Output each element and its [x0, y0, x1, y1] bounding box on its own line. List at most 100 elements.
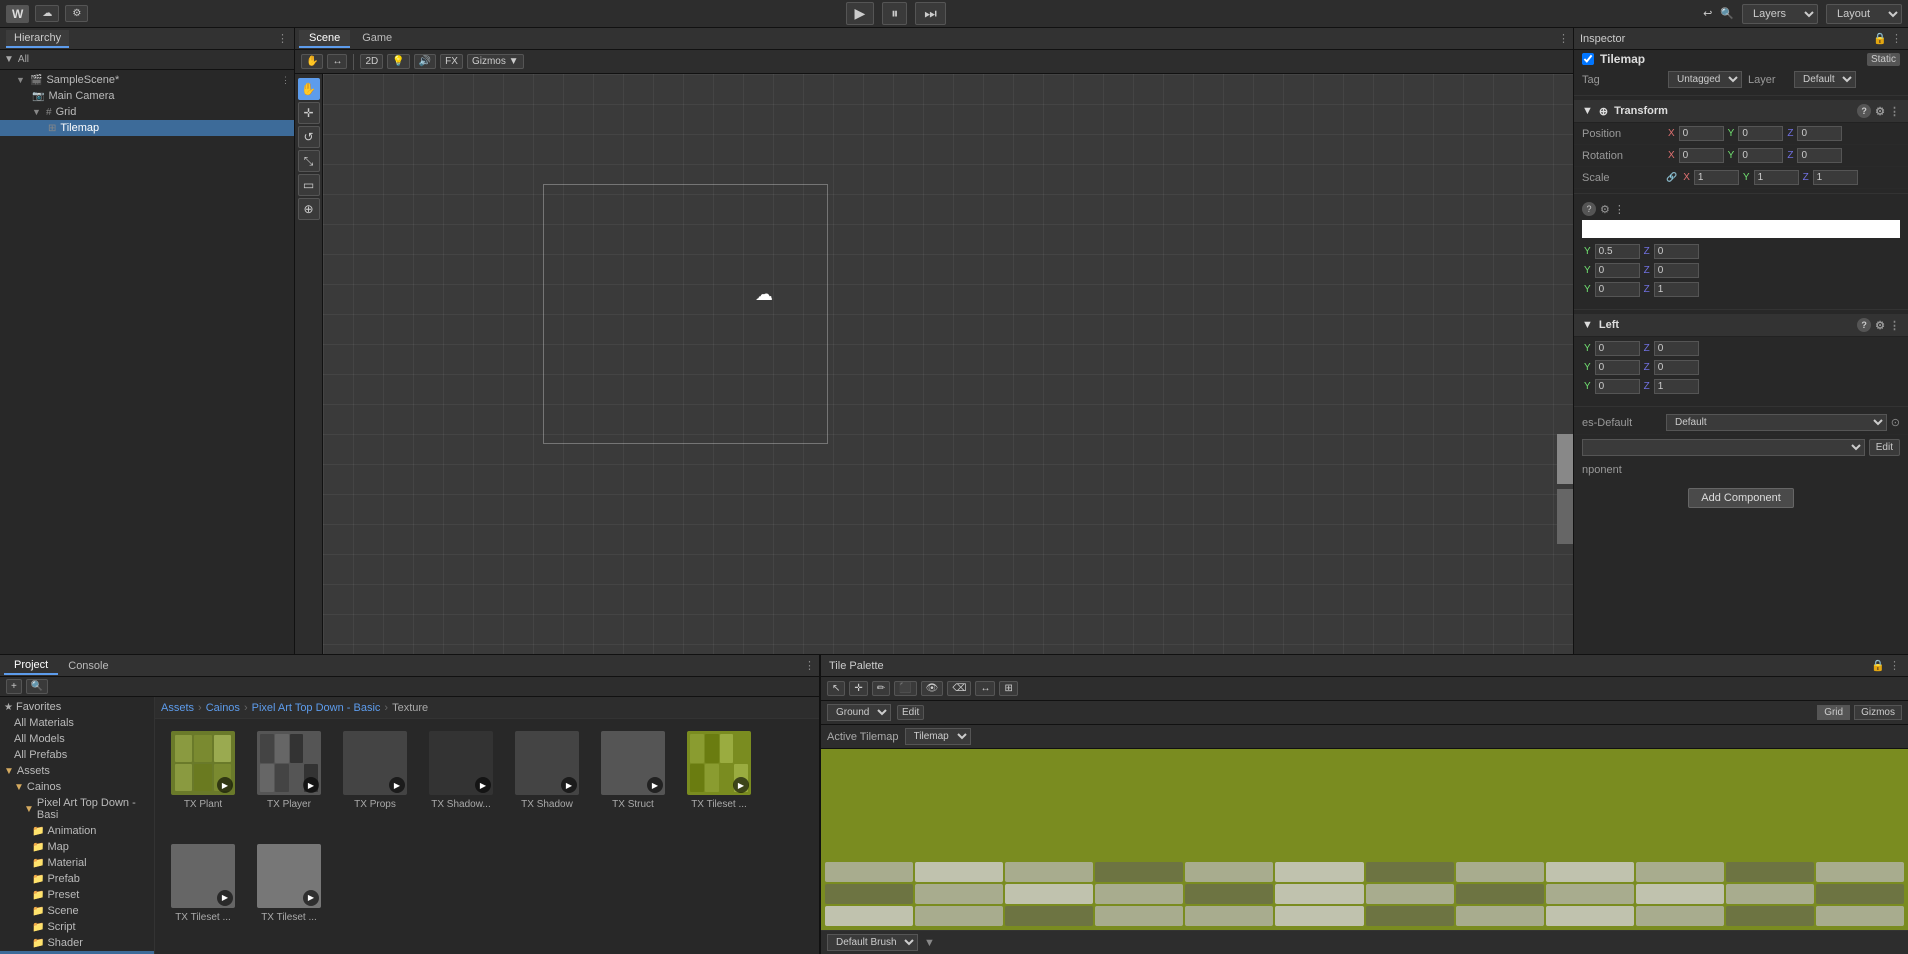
tx-tileset2-play[interactable]: ▶ [217, 890, 233, 906]
tx-tileset1-play[interactable]: ▶ [733, 777, 749, 793]
pause-button[interactable]: ⏸ [882, 2, 907, 25]
app-logo[interactable]: W [6, 5, 29, 23]
tx-tileset3-item[interactable]: ▶ TX Tileset ... [249, 840, 329, 947]
favorites-header[interactable]: ★ Favorites [0, 699, 154, 715]
history-icon[interactable]: ↩ [1703, 7, 1712, 20]
tx-struct-play[interactable]: ▶ [647, 777, 663, 793]
zero-z-input[interactable] [1654, 263, 1699, 278]
scene-tool-audio[interactable]: 🔊 [414, 54, 436, 69]
tilemap-name-input[interactable] [1582, 220, 1900, 238]
component-dropdown[interactable] [1582, 439, 1865, 456]
scene-tool-2d[interactable]: 2D [360, 54, 383, 69]
tool-rect[interactable]: ▭ [298, 174, 320, 196]
next-button[interactable]: ⏭ [915, 2, 946, 25]
tile-extra-tool[interactable]: ⊞ [999, 681, 1017, 696]
left-component-header[interactable]: ▼ Left ? ⚙ ⋮ [1574, 314, 1908, 337]
hierarchy-tilemap-item[interactable]: ⊞ Tilemap [0, 120, 294, 136]
hierarchy-menu-icon[interactable]: ⋮ [277, 32, 288, 45]
extra-y-input[interactable] [1595, 244, 1640, 259]
tool-scale[interactable]: ⤡ [298, 150, 320, 172]
inspector-lock-icon[interactable]: 🔒 [1873, 32, 1887, 45]
tile-erase-tool[interactable]: ⌫ [947, 681, 971, 696]
material-item[interactable]: 📁 Material [0, 855, 154, 871]
tx-tileset1-item[interactable]: ▶ TX Tileset ... [679, 727, 759, 834]
map-item[interactable]: 📁 Map [0, 839, 154, 855]
tag-select[interactable]: Untagged [1668, 71, 1742, 88]
scene-tool-move[interactable]: ↔ [327, 54, 347, 69]
breadcrumb-assets[interactable]: Assets [161, 702, 194, 714]
left-gear-icon[interactable]: ⚙ [1875, 319, 1885, 332]
scene-options-icon[interactable]: ⋮ [1558, 32, 1569, 45]
cloud-button[interactable]: ☁ [35, 5, 59, 22]
tx-shadow2-play[interactable]: ▶ [561, 777, 577, 793]
tool-rotate[interactable]: ↺ [298, 126, 320, 148]
layers-dropdown[interactable]: Layers [1742, 4, 1818, 24]
transform-menu-icon[interactable]: ⋮ [1889, 105, 1900, 118]
left-y-input2[interactable] [1595, 360, 1640, 375]
layer-select[interactable]: Default [1794, 71, 1856, 88]
left-y-input3[interactable] [1595, 379, 1640, 394]
scene-right-handle1[interactable] [1557, 434, 1573, 484]
tx-shadow2-item[interactable]: ▶ TX Shadow [507, 727, 587, 834]
extra-menu-icon[interactable]: ⋮ [1614, 203, 1625, 216]
tile-fill-tool[interactable]: ⬛ [894, 681, 916, 696]
scene-menu[interactable]: ⋮ [281, 75, 290, 86]
hierarchy-dropdown[interactable]: ▼ [4, 54, 14, 65]
tile-paint-tool[interactable]: ✏ [872, 681, 890, 696]
all-models-item[interactable]: All Models [0, 731, 154, 747]
play-button[interactable]: ▶ [846, 2, 875, 25]
hierarchy-scene-item[interactable]: ▼ 🎬 SampleScene* ⋮ [0, 72, 294, 88]
gizmos-btn[interactable]: Gizmos [1854, 705, 1902, 720]
all-prefabs-item[interactable]: All Prefabs [0, 747, 154, 763]
tile-palette-menu[interactable]: ⋮ [1889, 659, 1900, 672]
left-menu-icon[interactable]: ⋮ [1889, 319, 1900, 332]
breadcrumb-texture[interactable]: Texture [392, 702, 428, 714]
material-select[interactable]: Default [1666, 414, 1887, 431]
brush-dropdown[interactable]: Default Brush [827, 934, 918, 951]
scene-tool-fx[interactable]: FX [440, 54, 463, 69]
tx-tileset2-item[interactable]: ▶ TX Tileset ... [163, 840, 243, 947]
pos-x-input[interactable] [1679, 126, 1724, 141]
grid-btn[interactable]: Grid [1817, 705, 1850, 720]
transform-component-header[interactable]: ▼ ⊕ Transform ? ⚙ ⋮ [1574, 100, 1908, 123]
scene-view[interactable]: ☁ [323, 74, 1573, 654]
tile-flip-tool[interactable]: ↔ [975, 681, 995, 696]
zero-y-input[interactable] [1595, 263, 1640, 278]
breadcrumb-cainos[interactable]: Cainos [206, 702, 240, 714]
scale-z-input[interactable] [1813, 170, 1858, 185]
tx-player-item[interactable]: ▶ TX Player [249, 727, 329, 834]
scene-right-handle2[interactable] [1557, 489, 1573, 544]
tx-props-play[interactable]: ▶ [389, 777, 405, 793]
game-tab[interactable]: Game [352, 30, 402, 48]
tx-plant-play[interactable]: ▶ [217, 777, 233, 793]
ground-select[interactable]: Ground [827, 704, 891, 721]
rot-x-input[interactable] [1679, 148, 1724, 163]
active-tilemap-select[interactable]: Tilemap [905, 728, 971, 745]
all-materials-item[interactable]: All Materials [0, 715, 154, 731]
edit-button[interactable]: Edit [1869, 439, 1900, 456]
project-menu[interactable]: ⋮ [804, 659, 815, 672]
tx-player-play[interactable]: ▶ [303, 777, 319, 793]
hierarchy-camera-item[interactable]: 📷 Main Camera [0, 88, 294, 104]
settings-button[interactable]: ⚙ [65, 5, 88, 22]
left-z-input3[interactable] [1654, 379, 1699, 394]
transform-gear-icon[interactable]: ⚙ [1875, 105, 1885, 118]
tool-transform[interactable]: ⊕ [298, 198, 320, 220]
rot-y-input[interactable] [1738, 148, 1783, 163]
preset-item[interactable]: 📁 Preset [0, 887, 154, 903]
project-tab[interactable]: Project [4, 657, 58, 675]
left-y-input[interactable] [1595, 341, 1640, 356]
tile-canvas[interactable] [821, 749, 1908, 930]
one-y-input[interactable] [1595, 282, 1640, 297]
assets-header[interactable]: ▼ Assets [0, 763, 154, 779]
scene-tool-light[interactable]: 💡 [387, 54, 409, 69]
object-active-checkbox[interactable] [1582, 53, 1594, 65]
extra-z-input[interactable] [1654, 244, 1699, 259]
script-item[interactable]: 📁 Script [0, 919, 154, 935]
inspector-menu-icon[interactable]: ⋮ [1891, 32, 1902, 45]
tile-pointer-tool[interactable]: ↖ [827, 681, 845, 696]
hierarchy-grid-item[interactable]: ▼ # Grid [0, 104, 294, 120]
add-component-button[interactable]: Add Component [1688, 488, 1794, 508]
tx-props-item[interactable]: ▶ TX Props [335, 727, 415, 834]
tool-move[interactable]: ✛ [298, 102, 320, 124]
